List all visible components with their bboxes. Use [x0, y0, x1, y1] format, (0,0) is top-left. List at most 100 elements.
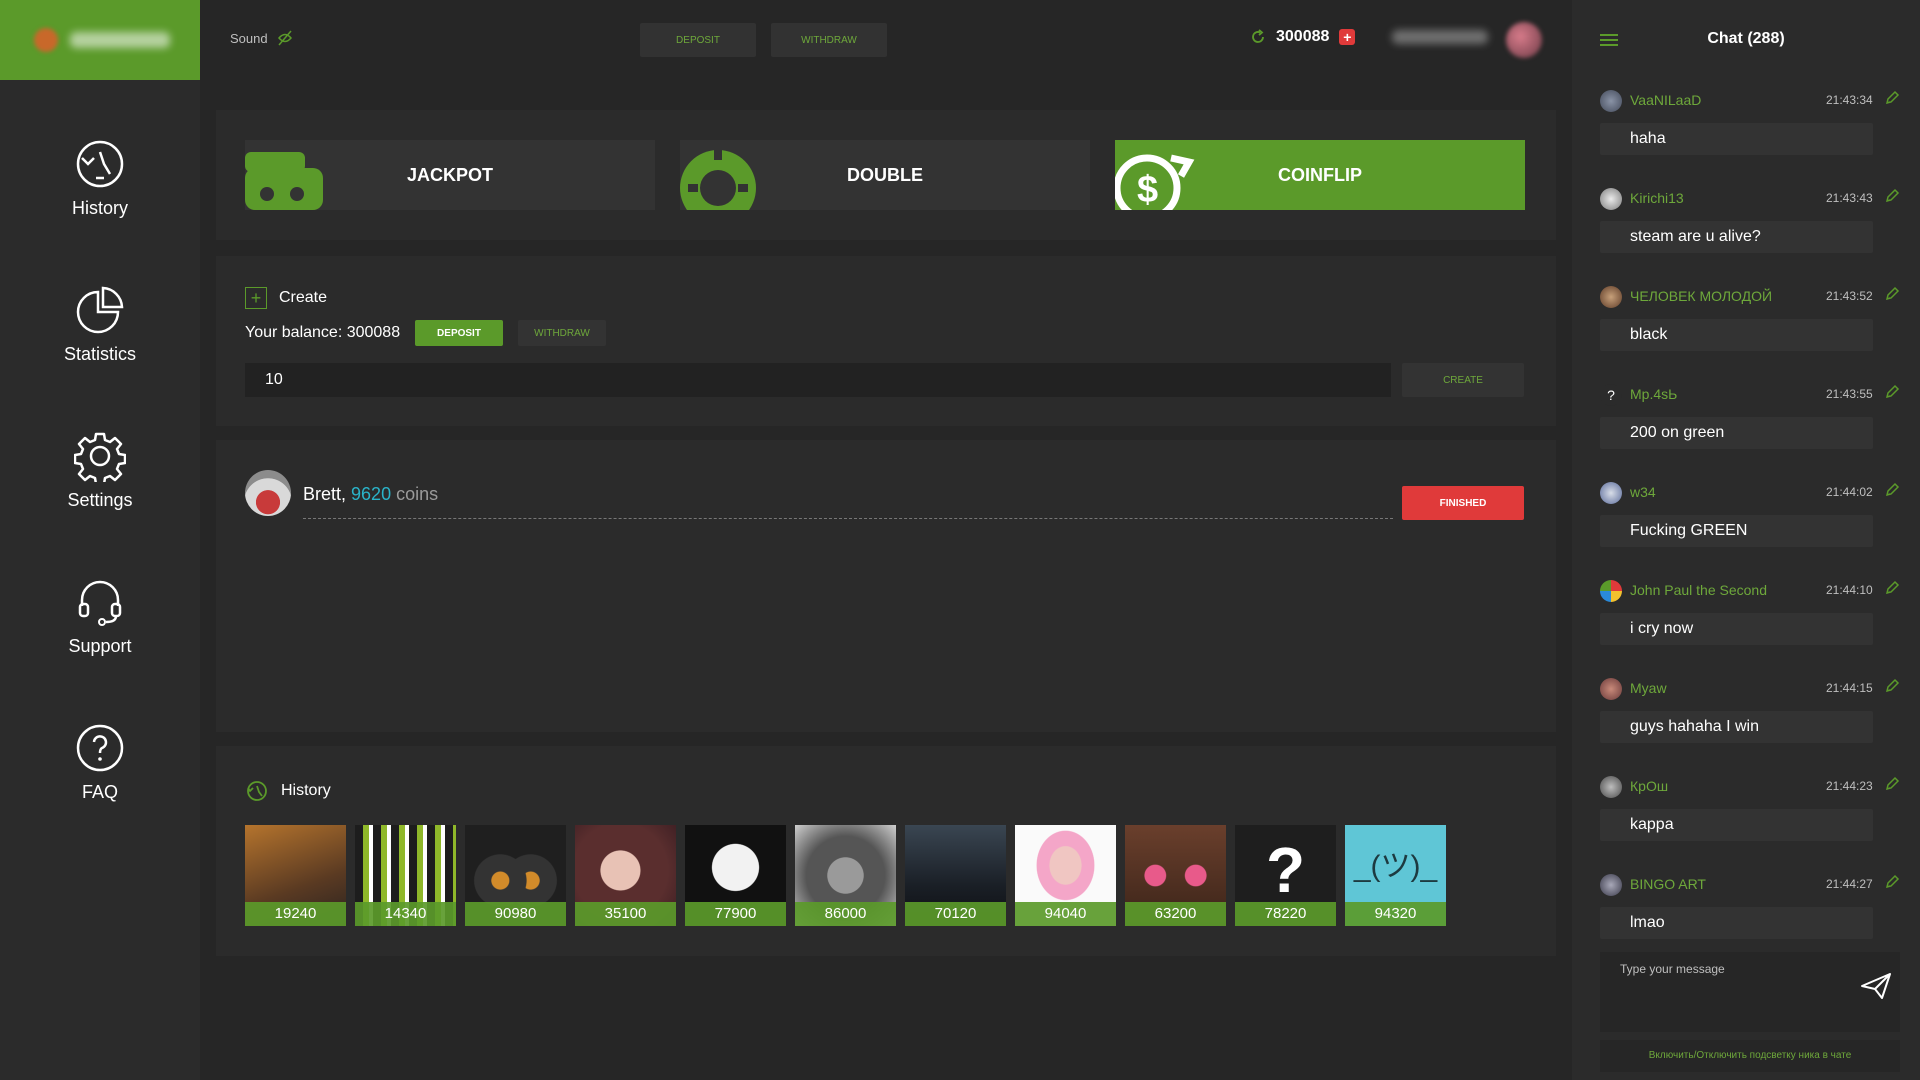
chat-message: КрОш 21:44:23 kappa — [1600, 766, 1900, 846]
create-game-button[interactable]: CREATE — [1402, 363, 1524, 397]
pencil-icon[interactable] — [1884, 286, 1900, 302]
chat-avatar[interactable] — [1600, 580, 1622, 602]
chat-message: w34 21:44:02 Fucking GREEN — [1600, 472, 1900, 552]
history-card[interactable]: _(ツ)_ 94320 — [1345, 825, 1446, 926]
chat-message: Kirichi13 21:43:43 steam are u alive? — [1600, 178, 1900, 258]
chat-username[interactable]: VaaNILaaD — [1630, 92, 1701, 108]
chat-username[interactable]: Myaw — [1630, 680, 1667, 696]
chat-message: VaaNILaaD 21:43:34 haha — [1600, 80, 1900, 160]
logo-text-blurred — [70, 32, 170, 48]
username-blurred[interactable] — [1392, 30, 1488, 44]
withdraw-button[interactable]: WITHDRAW — [771, 23, 887, 57]
chat-time: 21:43:43 — [1826, 191, 1873, 205]
deposit-button[interactable]: DEPOSIT — [640, 23, 756, 57]
player-name: Brett, — [303, 484, 347, 504]
chat-text: kappa — [1600, 809, 1873, 841]
player-avatar[interactable] — [245, 470, 291, 516]
chat-username[interactable]: КрОш — [1630, 778, 1668, 794]
sidebar-item-settings[interactable]: Settings — [0, 430, 200, 540]
question-mark-icon[interactable]: ? — [1600, 384, 1622, 406]
poker-chip-icon — [680, 150, 756, 210]
pencil-icon[interactable] — [1884, 580, 1900, 596]
row-divider — [303, 518, 1393, 519]
create-title: Create — [279, 289, 328, 306]
chat-avatar[interactable] — [1600, 874, 1622, 896]
history-card[interactable]: 94040 — [1015, 825, 1116, 926]
chat-panel: Chat (288) VaaNILaaD 21:43:34 haha Kiric… — [1572, 0, 1920, 1080]
svg-text:$: $ — [1137, 169, 1158, 210]
history-card[interactable]: 70120 — [905, 825, 1006, 926]
chat-avatar[interactable] — [1600, 678, 1622, 700]
add-funds-icon[interactable]: + — [1339, 29, 1356, 45]
chat-username[interactable]: John Paul the Second — [1630, 582, 1767, 598]
chat-username[interactable]: ЧЕЛОВЕК МОЛОДОЙ — [1630, 288, 1772, 304]
sidebar-item-statistics[interactable]: Statistics — [0, 284, 200, 394]
history-card[interactable]: ? 78220 — [1235, 825, 1336, 926]
tab-label: COINFLIP — [1278, 164, 1362, 185]
pencil-icon[interactable] — [1884, 874, 1900, 890]
chat-message-input[interactable] — [1600, 952, 1840, 1022]
tab-jackpot[interactable]: JACKPOT — [245, 140, 655, 210]
top-bar: Sound DEPOSIT WITHDRAW 300088 + — [200, 0, 1572, 80]
chat-text: haha — [1600, 123, 1873, 155]
chat-text: Fucking GREEN — [1600, 515, 1873, 547]
pencil-icon[interactable] — [1884, 188, 1900, 204]
tab-label: JACKPOT — [406, 164, 493, 185]
highlight-toggle-link[interactable]: Включить/Отключить подсветку ника в чате — [1600, 1040, 1900, 1072]
create-deposit-button[interactable]: DEPOSIT — [415, 320, 503, 346]
history-value: 63200 — [1125, 902, 1226, 926]
history-card[interactable]: 14340 — [355, 825, 456, 926]
history-card[interactable]: 35100 — [575, 825, 676, 926]
history-value: 94320 — [1345, 902, 1446, 926]
pencil-icon[interactable] — [1884, 776, 1900, 792]
history-value: 94040 — [1015, 902, 1116, 926]
chat-username[interactable]: Kirichi13 — [1630, 190, 1684, 206]
chat-username[interactable]: BINGO ART — [1630, 876, 1706, 892]
tab-coinflip[interactable]: $ COINFLIP — [1115, 140, 1525, 210]
chat-message: John Paul the Second 21:44:10 i cry now — [1600, 570, 1900, 650]
pencil-icon[interactable] — [1884, 90, 1900, 106]
chat-username[interactable]: w34 — [1630, 484, 1656, 500]
jackpot-icon — [245, 152, 323, 210]
pencil-icon[interactable] — [1884, 384, 1900, 400]
history-card[interactable]: 77900 — [685, 825, 786, 926]
pencil-icon[interactable] — [1884, 482, 1900, 498]
chat-avatar[interactable] — [1600, 188, 1622, 210]
sidebar-item-faq[interactable]: FAQ — [0, 722, 200, 832]
pencil-icon[interactable] — [1884, 678, 1900, 694]
chat-avatar[interactable] — [1600, 286, 1622, 308]
user-avatar[interactable] — [1506, 22, 1542, 58]
bet-amount-input[interactable] — [245, 363, 1391, 397]
chat-text: black — [1600, 319, 1873, 351]
send-icon[interactable] — [1860, 972, 1892, 1000]
chat-avatar[interactable] — [1600, 776, 1622, 798]
chat-time: 21:44:27 — [1826, 877, 1873, 891]
history-card[interactable]: 63200 — [1125, 825, 1226, 926]
chat-avatar[interactable] — [1600, 482, 1622, 504]
sidebar-item-label: Settings — [67, 490, 133, 510]
create-withdraw-button[interactable]: WITHDRAW — [518, 320, 606, 346]
history-value: 77900 — [685, 902, 786, 926]
history-card[interactable]: 19240 — [245, 825, 346, 926]
chat-text: lmao — [1600, 907, 1873, 939]
chat-username[interactable]: Mp.4sЬ — [1630, 386, 1677, 402]
chat-text: guys hahaha I win — [1600, 711, 1873, 743]
chat-avatar[interactable] — [1600, 90, 1622, 112]
tab-double[interactable]: DOUBLE — [680, 140, 1090, 210]
history-card[interactable]: 86000 — [795, 825, 896, 926]
sidebar-item-history[interactable]: History — [0, 138, 200, 248]
chat-time: 21:44:23 — [1826, 779, 1873, 793]
sound-toggle[interactable]: Sound — [230, 29, 294, 47]
site-logo[interactable] — [0, 0, 200, 80]
refresh-icon[interactable] — [1250, 29, 1266, 45]
history-card[interactable]: 90980 — [465, 825, 566, 926]
sidebar-item-label: Support — [68, 636, 132, 656]
sidebar-item-support[interactable]: Support — [0, 576, 200, 686]
history-value: 19240 — [245, 902, 346, 926]
chat-message: ? Mp.4sЬ 21:43:55 200 on green — [1600, 374, 1900, 454]
chat-text: 200 on green — [1600, 417, 1873, 449]
chat-message: ЧЕЛОВЕК МОЛОДОЙ 21:43:52 black — [1600, 276, 1900, 356]
finished-status-button[interactable]: FINISHED — [1402, 486, 1524, 520]
pie-chart-icon — [76, 286, 124, 334]
history-value: 35100 — [575, 902, 676, 926]
